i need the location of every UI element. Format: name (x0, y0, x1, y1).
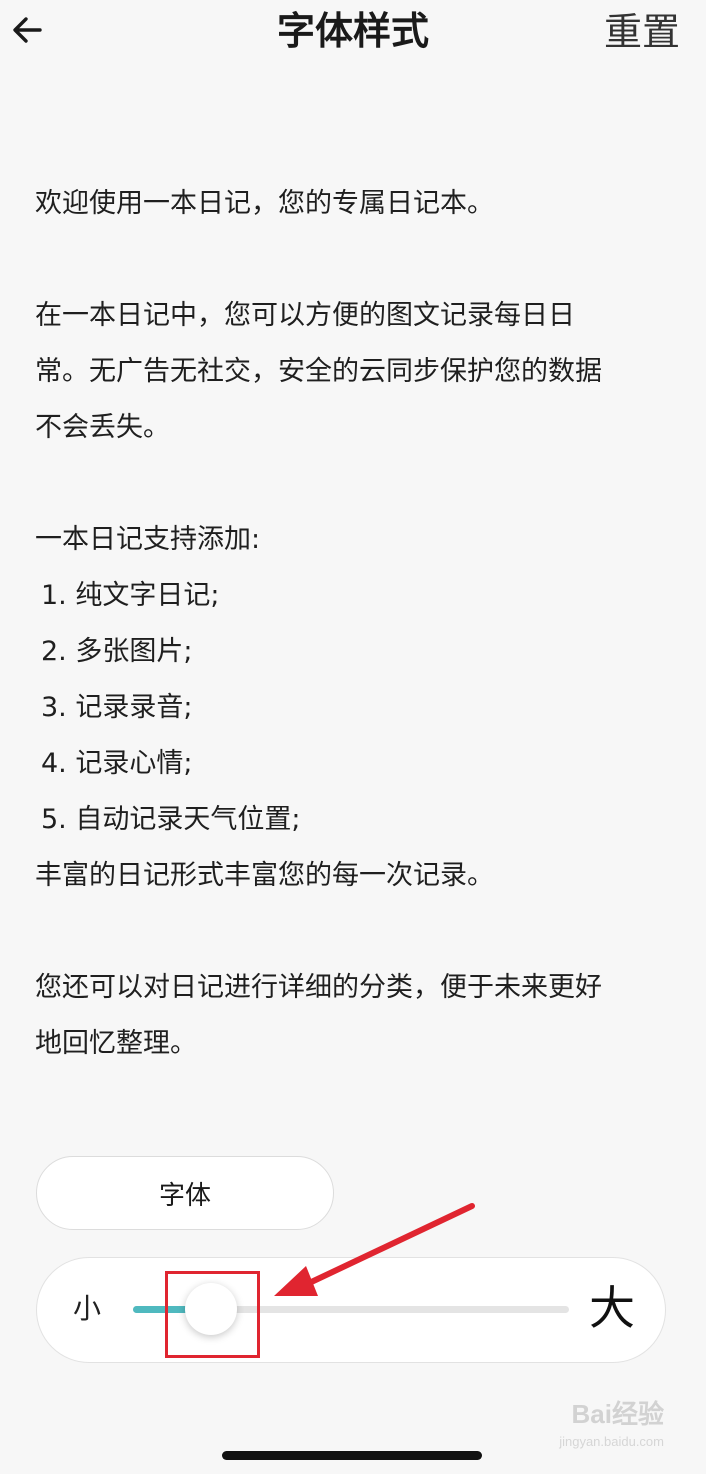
list-intro: 一本日记支持添加: (35, 524, 261, 555)
font-size-slider[interactable] (133, 1283, 569, 1335)
font-size-slider-card: 小 大 (36, 1257, 666, 1363)
list-outro: 丰富的日记形式丰富您的每一次记录。 (35, 860, 494, 891)
size-large-label: 大 (589, 1281, 635, 1335)
top-bar: 字体样式 重置 (0, 0, 706, 64)
category-paragraph-line2: 地回忆整理。 (35, 1028, 197, 1059)
home-indicator (222, 1451, 482, 1460)
page-title: 字体样式 (276, 9, 429, 53)
list-item: 1. 纯文字日记; (41, 580, 220, 611)
list-item: 3. 记录录音; (41, 692, 193, 723)
intro-paragraph: 欢迎使用一本日记，您的专属日记本。 (35, 188, 494, 219)
preview-text: 欢迎使用一本日记，您的专属日记本。 在一本日记中，您可以方便的图文记录每日日 常… (35, 176, 671, 1072)
watermark-url: jingyan.baidu.com (559, 1434, 664, 1449)
size-small-label: 小 (73, 1292, 102, 1325)
back-button[interactable] (8, 10, 48, 50)
watermark-logo: Bai经验 (571, 1399, 664, 1429)
font-family-button-label: 字体 (158, 1180, 211, 1211)
reset-button[interactable]: 重置 (604, 8, 680, 56)
font-family-button[interactable]: 字体 (36, 1156, 334, 1230)
feature-paragraph-line1: 在一本日记中，您可以方便的图文记录每日日 (35, 300, 575, 331)
category-paragraph-line1: 您还可以对日记进行详细的分类，便于未来更好 (35, 972, 602, 1003)
slider-thumb[interactable] (185, 1283, 237, 1335)
feature-paragraph-line2: 常。无广告无社交，安全的云同步保护您的数据 (35, 356, 602, 387)
list-item: 5. 自动记录天气位置; (41, 804, 301, 835)
list-item: 4. 记录心情; (41, 748, 193, 779)
list-item: 2. 多张图片; (41, 636, 193, 667)
back-arrow-icon (13, 17, 42, 43)
feature-paragraph-line3: 不会丢失。 (35, 412, 170, 443)
